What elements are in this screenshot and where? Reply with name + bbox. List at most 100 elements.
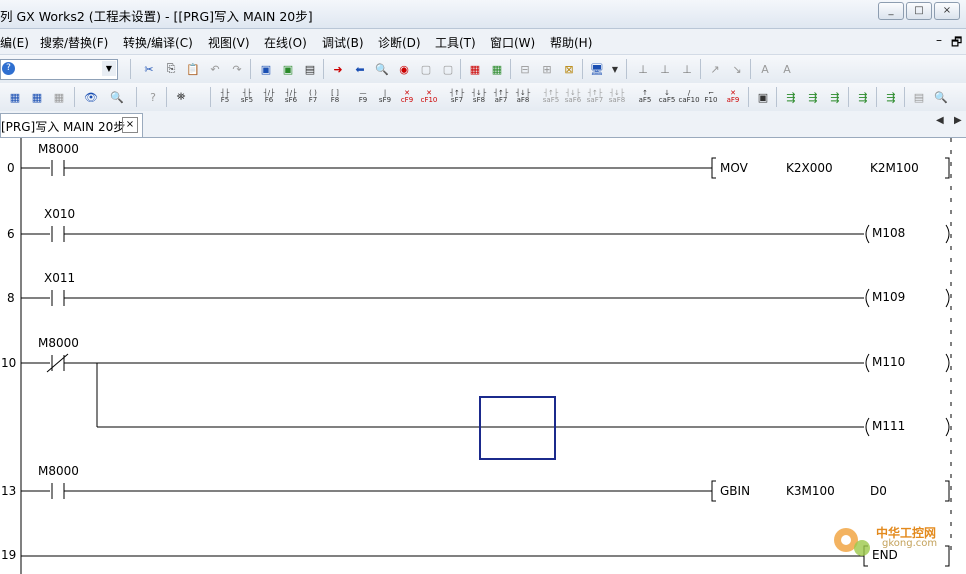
parallel-open-contact-button[interactable]: ┤├ sF5 [238, 88, 256, 106]
horizontal-line-button[interactable]: — F9 [354, 88, 372, 106]
instruction-mnemonic[interactable]: MOV [720, 161, 748, 175]
contact-device[interactable]: M8000 [38, 464, 79, 478]
paste-icon[interactable]: 📋 [184, 60, 202, 78]
monitor-write-icon[interactable]: ▢ [439, 60, 457, 78]
write-plc-icon[interactable]: ➜ [329, 60, 347, 78]
operation-rising-button[interactable]: ↑ aF5 [636, 88, 654, 106]
delete-horizontal-button[interactable]: ✕ cF9 [398, 88, 416, 106]
menu-convert-compile[interactable]: 转换/编译(C) [123, 34, 193, 51]
mdi-minimize-button[interactable]: – [936, 33, 942, 47]
device-batch-icon[interactable]: ⊟ [516, 60, 534, 78]
parallel-falling-button[interactable]: ┤↓├ aF8 [514, 88, 532, 106]
menu-view[interactable]: 视图(V) [208, 34, 250, 51]
contact-device[interactable]: M8000 [38, 336, 79, 350]
coil-device[interactable]: M110 [872, 355, 905, 369]
chevron-down-icon[interactable]: ▼ [606, 60, 624, 78]
read-plc-icon[interactable]: ⬅ [351, 60, 369, 78]
neg-rising-button[interactable]: ┤↑├ saF5 [542, 88, 560, 106]
menu-debug[interactable]: 调试(B) [322, 34, 364, 51]
align-icon[interactable]: ⊥ [656, 60, 674, 78]
open-contact-button[interactable]: ┤├ F5 [216, 88, 234, 106]
zoom-icon[interactable]: 🔍 [108, 88, 126, 106]
draw-line-button[interactable]: ⌐ F10 [702, 88, 720, 106]
jump-icon[interactable]: ↘ [728, 60, 746, 78]
align-icon[interactable]: ⊥ [678, 60, 696, 78]
redo-icon[interactable]: ↷ [228, 60, 246, 78]
help-icon[interactable]: ? [144, 88, 162, 106]
closed-contact-button[interactable]: ┤/├ F6 [260, 88, 278, 106]
ladder-icon[interactable]: ⊠ [560, 60, 578, 78]
guide-icon[interactable]: ⇶ [826, 88, 844, 106]
minimize-button[interactable]: _ [878, 2, 904, 20]
contact-device[interactable]: X010 [44, 207, 75, 221]
convert-icon[interactable]: ▤ [301, 60, 319, 78]
close-icon[interactable]: × [122, 117, 138, 133]
cut-icon[interactable]: ✂ [140, 60, 158, 78]
parallel-closed-contact-button[interactable]: ┤/├ sF6 [282, 88, 300, 106]
device-icon[interactable]: ▦ [50, 88, 68, 106]
instruction-mnemonic[interactable]: GBIN [720, 484, 750, 498]
guide-icon[interactable]: ⇶ [782, 88, 800, 106]
contact-device[interactable]: M8000 [38, 142, 79, 156]
guide-icon[interactable]: ⇶ [882, 88, 900, 106]
instruction-operand[interactable]: K2M100 [870, 161, 919, 175]
menu-online[interactable]: 在线(O) [264, 34, 307, 51]
monitor-icon[interactable]: ◉ [395, 60, 413, 78]
parallel-neg-rising-button[interactable]: ┤↑├ saF7 [586, 88, 604, 106]
compile-icon[interactable]: ▣ [257, 60, 275, 78]
parallel-rising-button[interactable]: ┤↑├ aF7 [492, 88, 510, 106]
coil-device[interactable]: M108 [872, 226, 905, 240]
operation-falling-button[interactable]: ↓ caF5 [658, 88, 676, 106]
vertical-line-button[interactable]: | sF9 [376, 88, 394, 106]
invert-button[interactable]: / caF10 [678, 88, 699, 106]
monitor-stop-icon[interactable]: ▢ [417, 60, 435, 78]
delete-vertical-button[interactable]: ✕ cF10 [420, 88, 438, 106]
verify-icon[interactable]: 🔍 [373, 60, 391, 78]
menu-diagnostics[interactable]: 诊断(D) [378, 34, 421, 51]
guide-icon[interactable]: ⇶ [854, 88, 872, 106]
restore-button[interactable]: □ [906, 2, 932, 20]
comment-icon[interactable]: A [778, 60, 796, 78]
delete-line-button[interactable]: ✕ aF9 [724, 88, 742, 106]
fb-icon[interactable]: ▣ [754, 88, 772, 106]
copy-icon[interactable]: ⎘ [162, 60, 180, 78]
device-icon[interactable]: ▦ [28, 88, 46, 106]
print-preview-icon[interactable]: 🔍 [932, 88, 950, 106]
simulation-stop-icon[interactable]: ▦ [488, 60, 506, 78]
compile-all-icon[interactable]: ▣ [279, 60, 297, 78]
tab-scroll-right-icon[interactable]: ▶ [954, 115, 962, 126]
coil-button[interactable]: ( ) F7 [304, 88, 322, 106]
view-icon[interactable]: 👁 [82, 88, 100, 106]
coil-device[interactable]: M109 [872, 290, 905, 304]
binoculars-icon[interactable]: ⛯ [172, 88, 190, 106]
falling-edge-button[interactable]: ┤↓├ sF8 [470, 88, 488, 106]
align-icon[interactable]: ⊥ [634, 60, 652, 78]
chevron-down-icon[interactable]: ▼ [102, 61, 116, 76]
device-icon[interactable]: ▦ [6, 88, 24, 106]
close-button[interactable]: × [934, 2, 960, 20]
menu-search-replace[interactable]: 搜索/替换(F) [40, 34, 108, 51]
edit-cursor[interactable] [479, 396, 556, 460]
menu-help[interactable]: 帮助(H) [550, 34, 592, 51]
menu-window[interactable]: 窗口(W) [490, 34, 535, 51]
instruction-operand[interactable]: D0 [870, 484, 887, 498]
coil-device[interactable]: M111 [872, 419, 905, 433]
tab-scroll-left-icon[interactable]: ◀ [936, 115, 944, 126]
undo-icon[interactable]: ↶ [206, 60, 224, 78]
parallel-neg-falling-button[interactable]: ┤↓├ saF8 [608, 88, 626, 106]
contact-device[interactable]: X011 [44, 271, 75, 285]
project-combo[interactable]: ? ▼ [0, 59, 118, 80]
ladder-editor[interactable]: 0 6 8 10 13 19 M8000 X010 X011 M8000 M80… [0, 138, 966, 574]
watch-icon[interactable]: ⊞ [538, 60, 556, 78]
display-icon[interactable]: 🖥 [588, 60, 606, 78]
menu-edit[interactable]: 编(E) [0, 34, 29, 51]
jump-icon[interactable]: ↗ [706, 60, 724, 78]
menu-tools[interactable]: 工具(T) [435, 34, 476, 51]
print-icon[interactable]: ▤ [910, 88, 928, 106]
tab-main-program[interactable]: [PRG]写入 MAIN 20步 × [0, 113, 143, 137]
instruction-operand[interactable]: K3M100 [786, 484, 835, 498]
guide-icon[interactable]: ⇶ [804, 88, 822, 106]
neg-falling-button[interactable]: ┤↓├ saF6 [564, 88, 582, 106]
simulation-start-icon[interactable]: ▦ [466, 60, 484, 78]
comment-icon[interactable]: A [756, 60, 774, 78]
